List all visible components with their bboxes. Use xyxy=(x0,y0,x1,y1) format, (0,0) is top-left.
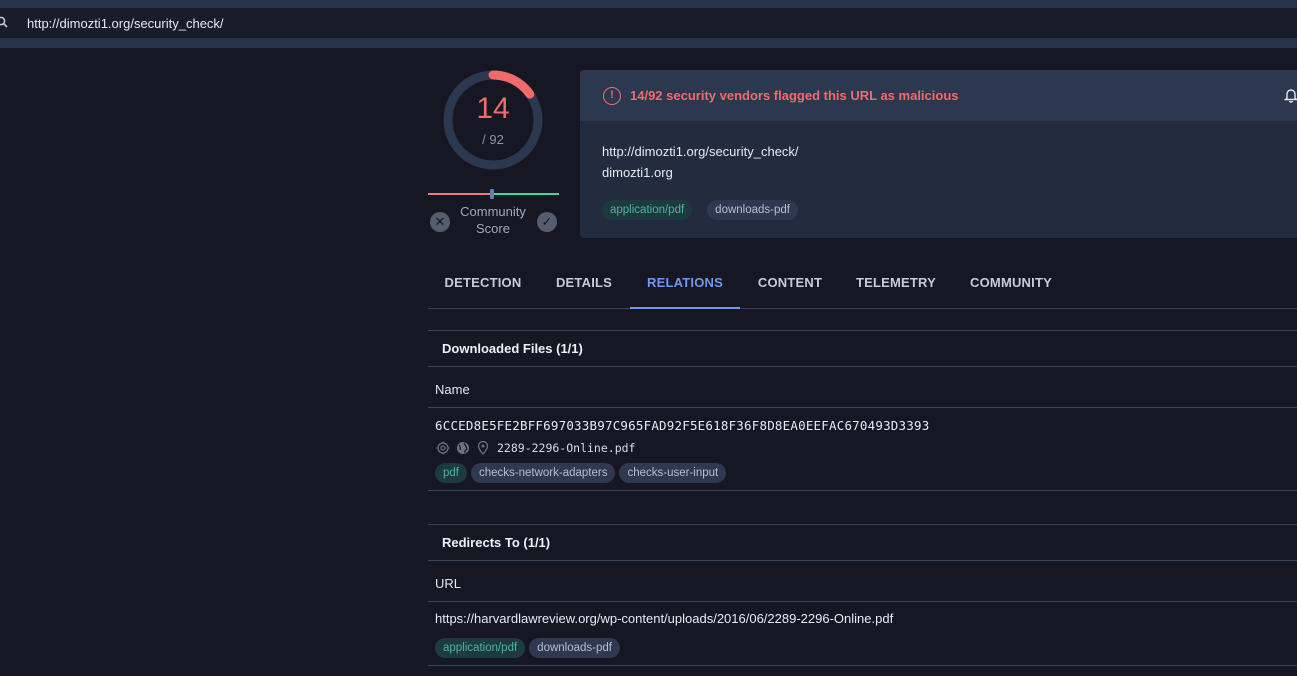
tag-application-pdf[interactable]: application/pdf xyxy=(435,638,526,658)
vote-harmless-button[interactable]: ✓ xyxy=(537,212,557,232)
bell-icon[interactable] xyxy=(1283,87,1297,103)
tag-pdf[interactable]: pdf xyxy=(435,463,467,483)
community-score-bar xyxy=(428,189,559,199)
community-score-label: Community Score xyxy=(460,204,526,236)
tag-downloads-pdf[interactable]: downloads-pdf xyxy=(707,200,798,220)
close-icon: ✕ xyxy=(434,214,446,229)
redirects-to-title: Redirects To (1/1) xyxy=(442,535,551,550)
community-score-marker xyxy=(490,189,494,199)
file-hash-link[interactable]: 6CCED8E5FE2BFF697033B97C965FAD92F5E618F3… xyxy=(435,418,929,433)
name-column-header: Name xyxy=(435,382,470,397)
scanned-domain[interactable]: dimozti1.org xyxy=(602,165,673,180)
file-tags: pdf checks-network-adapters checks-user-… xyxy=(435,463,727,483)
target-icon xyxy=(436,441,450,455)
alert-icon: ! xyxy=(603,87,621,105)
tab-relations[interactable]: RELATIONS xyxy=(630,266,740,309)
check-icon: ✓ xyxy=(541,214,553,229)
tab-community[interactable]: COMMUNITY xyxy=(952,266,1070,308)
tag-application-pdf[interactable]: application/pdf xyxy=(602,200,693,220)
tab-telemetry[interactable]: TELEMETRY xyxy=(840,266,952,308)
tag-downloads-pdf[interactable]: downloads-pdf xyxy=(529,638,620,658)
tab-detection[interactable]: DETECTION xyxy=(428,266,538,308)
search-bar xyxy=(0,8,1297,38)
top-strip xyxy=(0,0,1297,8)
report-tabs: DETECTION DETAILS RELATIONS CONTENT TELE… xyxy=(428,266,1297,309)
tab-details[interactable]: DETAILS xyxy=(538,266,630,308)
search-input[interactable] xyxy=(27,13,727,33)
tag-checks-user-input[interactable]: checks-user-input xyxy=(619,463,727,483)
scanned-url[interactable]: http://dimozti1.org/security_check/ xyxy=(602,144,799,159)
file-name: 2289-2296-Online.pdf xyxy=(497,441,636,455)
tag-checks-network-adapters[interactable]: checks-network-adapters xyxy=(471,463,616,483)
detection-summary-card: ! 14/92 security vendors flagged this UR… xyxy=(580,70,1297,238)
redirect-tags: application/pdf downloads-pdf xyxy=(435,638,620,658)
url-column-header: URL xyxy=(435,576,462,591)
card-tags: application/pdf downloads-pdf xyxy=(602,200,798,220)
search-icon[interactable] xyxy=(0,16,10,30)
detection-total: / 92 xyxy=(482,132,504,147)
globe-icon xyxy=(456,441,470,455)
detection-alert-header: ! 14/92 security vendors flagged this UR… xyxy=(580,70,1297,121)
header-divider xyxy=(0,38,1297,48)
tab-content[interactable]: CONTENT xyxy=(740,266,840,308)
alert-text: 14/92 security vendors flagged this URL … xyxy=(630,88,959,103)
downloaded-files-title: Downloaded Files (1/1) xyxy=(442,341,583,356)
vote-harmful-button[interactable]: ✕ xyxy=(430,212,450,232)
detection-count: 14 xyxy=(476,92,510,125)
location-pin-icon xyxy=(476,440,490,455)
detection-score-gauge: 14 / 92 xyxy=(441,68,545,172)
redirect-url-link[interactable]: https://harvardlawreview.org/wp-content/… xyxy=(435,611,893,626)
file-attribute-icons xyxy=(436,440,490,455)
